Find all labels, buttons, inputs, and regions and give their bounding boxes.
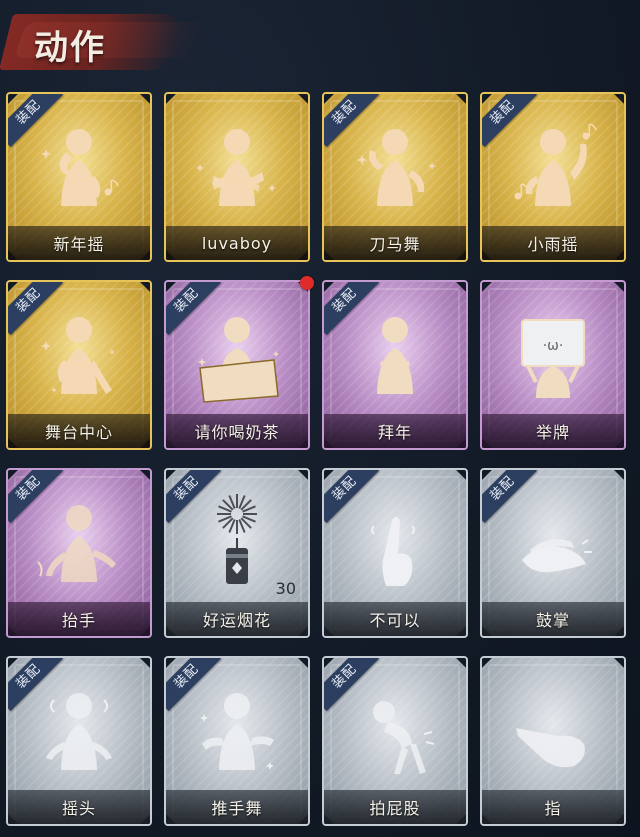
- action-name: 小雨摇: [527, 235, 579, 254]
- dance-figure-music-icon: [24, 114, 134, 222]
- card-corner-notch: [456, 470, 466, 480]
- action-name: 拍屁股: [369, 799, 421, 818]
- card-label-bar: 新年摇: [8, 226, 150, 260]
- svg-text:·ω·: ·ω·: [543, 338, 564, 354]
- action-card[interactable]: ·ω· 举牌: [480, 280, 626, 450]
- clapping-hands-icon: [498, 490, 608, 598]
- pose-figure-sparkle-icon: [24, 302, 134, 410]
- action-name: 刀马舞: [369, 235, 421, 254]
- card-label-bar: 拍屁股: [324, 790, 466, 824]
- card-corner-notch: [614, 282, 624, 292]
- action-card[interactable]: 装配 推手舞: [164, 656, 310, 826]
- card-corner-notch: [614, 94, 624, 104]
- card-corner-notch: [324, 94, 334, 104]
- card-label-bar: 抬手: [8, 602, 150, 636]
- card-label-bar: 刀马舞: [324, 226, 466, 260]
- action-card[interactable]: 指: [480, 656, 626, 826]
- action-card[interactable]: 装配 30 好运烟花: [164, 468, 310, 638]
- raise-hand-figure-icon: [24, 490, 134, 598]
- action-name: 请你喝奶茶: [194, 423, 280, 442]
- card-corner-notch: [456, 658, 466, 668]
- card-corner-notch: [298, 658, 308, 668]
- action-card[interactable]: 装配 抬手: [6, 468, 152, 638]
- card-corner-notch: [8, 658, 18, 668]
- card-corner-notch: [166, 282, 176, 292]
- card-label-bar: 舞台中心: [8, 414, 150, 448]
- card-label-bar: 不可以: [324, 602, 466, 636]
- action-name: 鼓掌: [535, 611, 570, 630]
- card-label-bar: 推手舞: [166, 790, 308, 824]
- figure-holding-banner-icon: [182, 302, 292, 410]
- finger-wag-icon: [340, 490, 450, 598]
- action-name: 抬手: [61, 611, 96, 630]
- arms-crossed-figure-icon: [182, 114, 292, 222]
- action-name: 舞台中心: [44, 423, 113, 442]
- action-card[interactable]: 装配 鼓掌: [480, 468, 626, 638]
- card-corner-notch: [482, 470, 492, 480]
- figure-holding-sign-icon: ·ω·: [498, 302, 608, 410]
- action-name: 拜年: [377, 423, 412, 442]
- card-corner-notch: [166, 658, 176, 668]
- card-corner-notch: [324, 282, 334, 292]
- greeting-figure-icon: [340, 302, 450, 410]
- action-card[interactable]: 装配 不可以: [322, 468, 468, 638]
- card-corner-notch: [482, 282, 492, 292]
- card-label-bar: 举牌: [482, 414, 624, 448]
- action-card[interactable]: 装配 摇头: [6, 656, 152, 826]
- card-corner-notch: [614, 658, 624, 668]
- card-label-bar: luvaboy: [166, 226, 308, 260]
- action-card[interactable]: 装配 新年摇: [6, 92, 152, 262]
- action-grid: 装配 新年摇 luvaboy 装配 刀马舞 装配 小雨摇 装配 舞台中心 装配 请你喝奶茶 装配 拜年 ·…: [0, 0, 640, 837]
- card-corner-notch: [140, 658, 150, 668]
- card-corner-notch: [456, 282, 466, 292]
- card-corner-notch: [8, 470, 18, 480]
- action-card[interactable]: 装配 刀马舞: [322, 92, 468, 262]
- card-corner-notch: [166, 94, 176, 104]
- pointing-hand-icon: [498, 678, 608, 786]
- item-count: 30: [275, 579, 296, 598]
- dance-figure-sparkle-icon: [340, 114, 450, 222]
- card-corner-notch: [140, 470, 150, 480]
- head-shake-figure-icon: [24, 678, 134, 786]
- card-label-bar: 指: [482, 790, 624, 824]
- card-label-bar: 鼓掌: [482, 602, 624, 636]
- action-name: 不可以: [369, 611, 421, 630]
- action-name: 指: [544, 799, 562, 818]
- card-corner-notch: [298, 470, 308, 480]
- action-card[interactable]: 装配 舞台中心: [6, 280, 152, 450]
- card-corner-notch: [482, 658, 492, 668]
- action-name: luvaboy: [201, 233, 273, 253]
- bent-over-figure-icon: [340, 678, 450, 786]
- card-corner-notch: [298, 94, 308, 104]
- wave-figure-music-icon: [498, 114, 608, 222]
- card-corner-notch: [324, 470, 334, 480]
- card-label-bar: 请你喝奶茶: [166, 414, 308, 448]
- card-corner-notch: [614, 470, 624, 480]
- card-label-bar: 摇头: [8, 790, 150, 824]
- action-card[interactable]: luvaboy: [164, 92, 310, 262]
- card-corner-notch: [482, 94, 492, 104]
- card-corner-notch: [8, 282, 18, 292]
- push-hands-dance-icon: [182, 678, 292, 786]
- action-card[interactable]: 装配 请你喝奶茶: [164, 280, 310, 450]
- card-corner-notch: [140, 282, 150, 292]
- new-notification-dot: [300, 276, 314, 290]
- action-card[interactable]: 装配 小雨摇: [480, 92, 626, 262]
- action-name: 举牌: [535, 423, 570, 442]
- action-name: 摇头: [61, 799, 96, 818]
- action-name: 好运烟花: [202, 611, 271, 630]
- card-corner-notch: [8, 94, 18, 104]
- card-label-bar: 好运烟花: [166, 602, 308, 636]
- action-name: 新年摇: [53, 235, 105, 254]
- card-corner-notch: [324, 658, 334, 668]
- action-card[interactable]: 装配 拜年: [322, 280, 468, 450]
- action-card[interactable]: 装配 拍屁股: [322, 656, 468, 826]
- action-name: 推手舞: [211, 799, 263, 818]
- card-label-bar: 拜年: [324, 414, 466, 448]
- card-corner-notch: [140, 94, 150, 104]
- card-corner-notch: [456, 94, 466, 104]
- card-label-bar: 小雨摇: [482, 226, 624, 260]
- card-corner-notch: [166, 470, 176, 480]
